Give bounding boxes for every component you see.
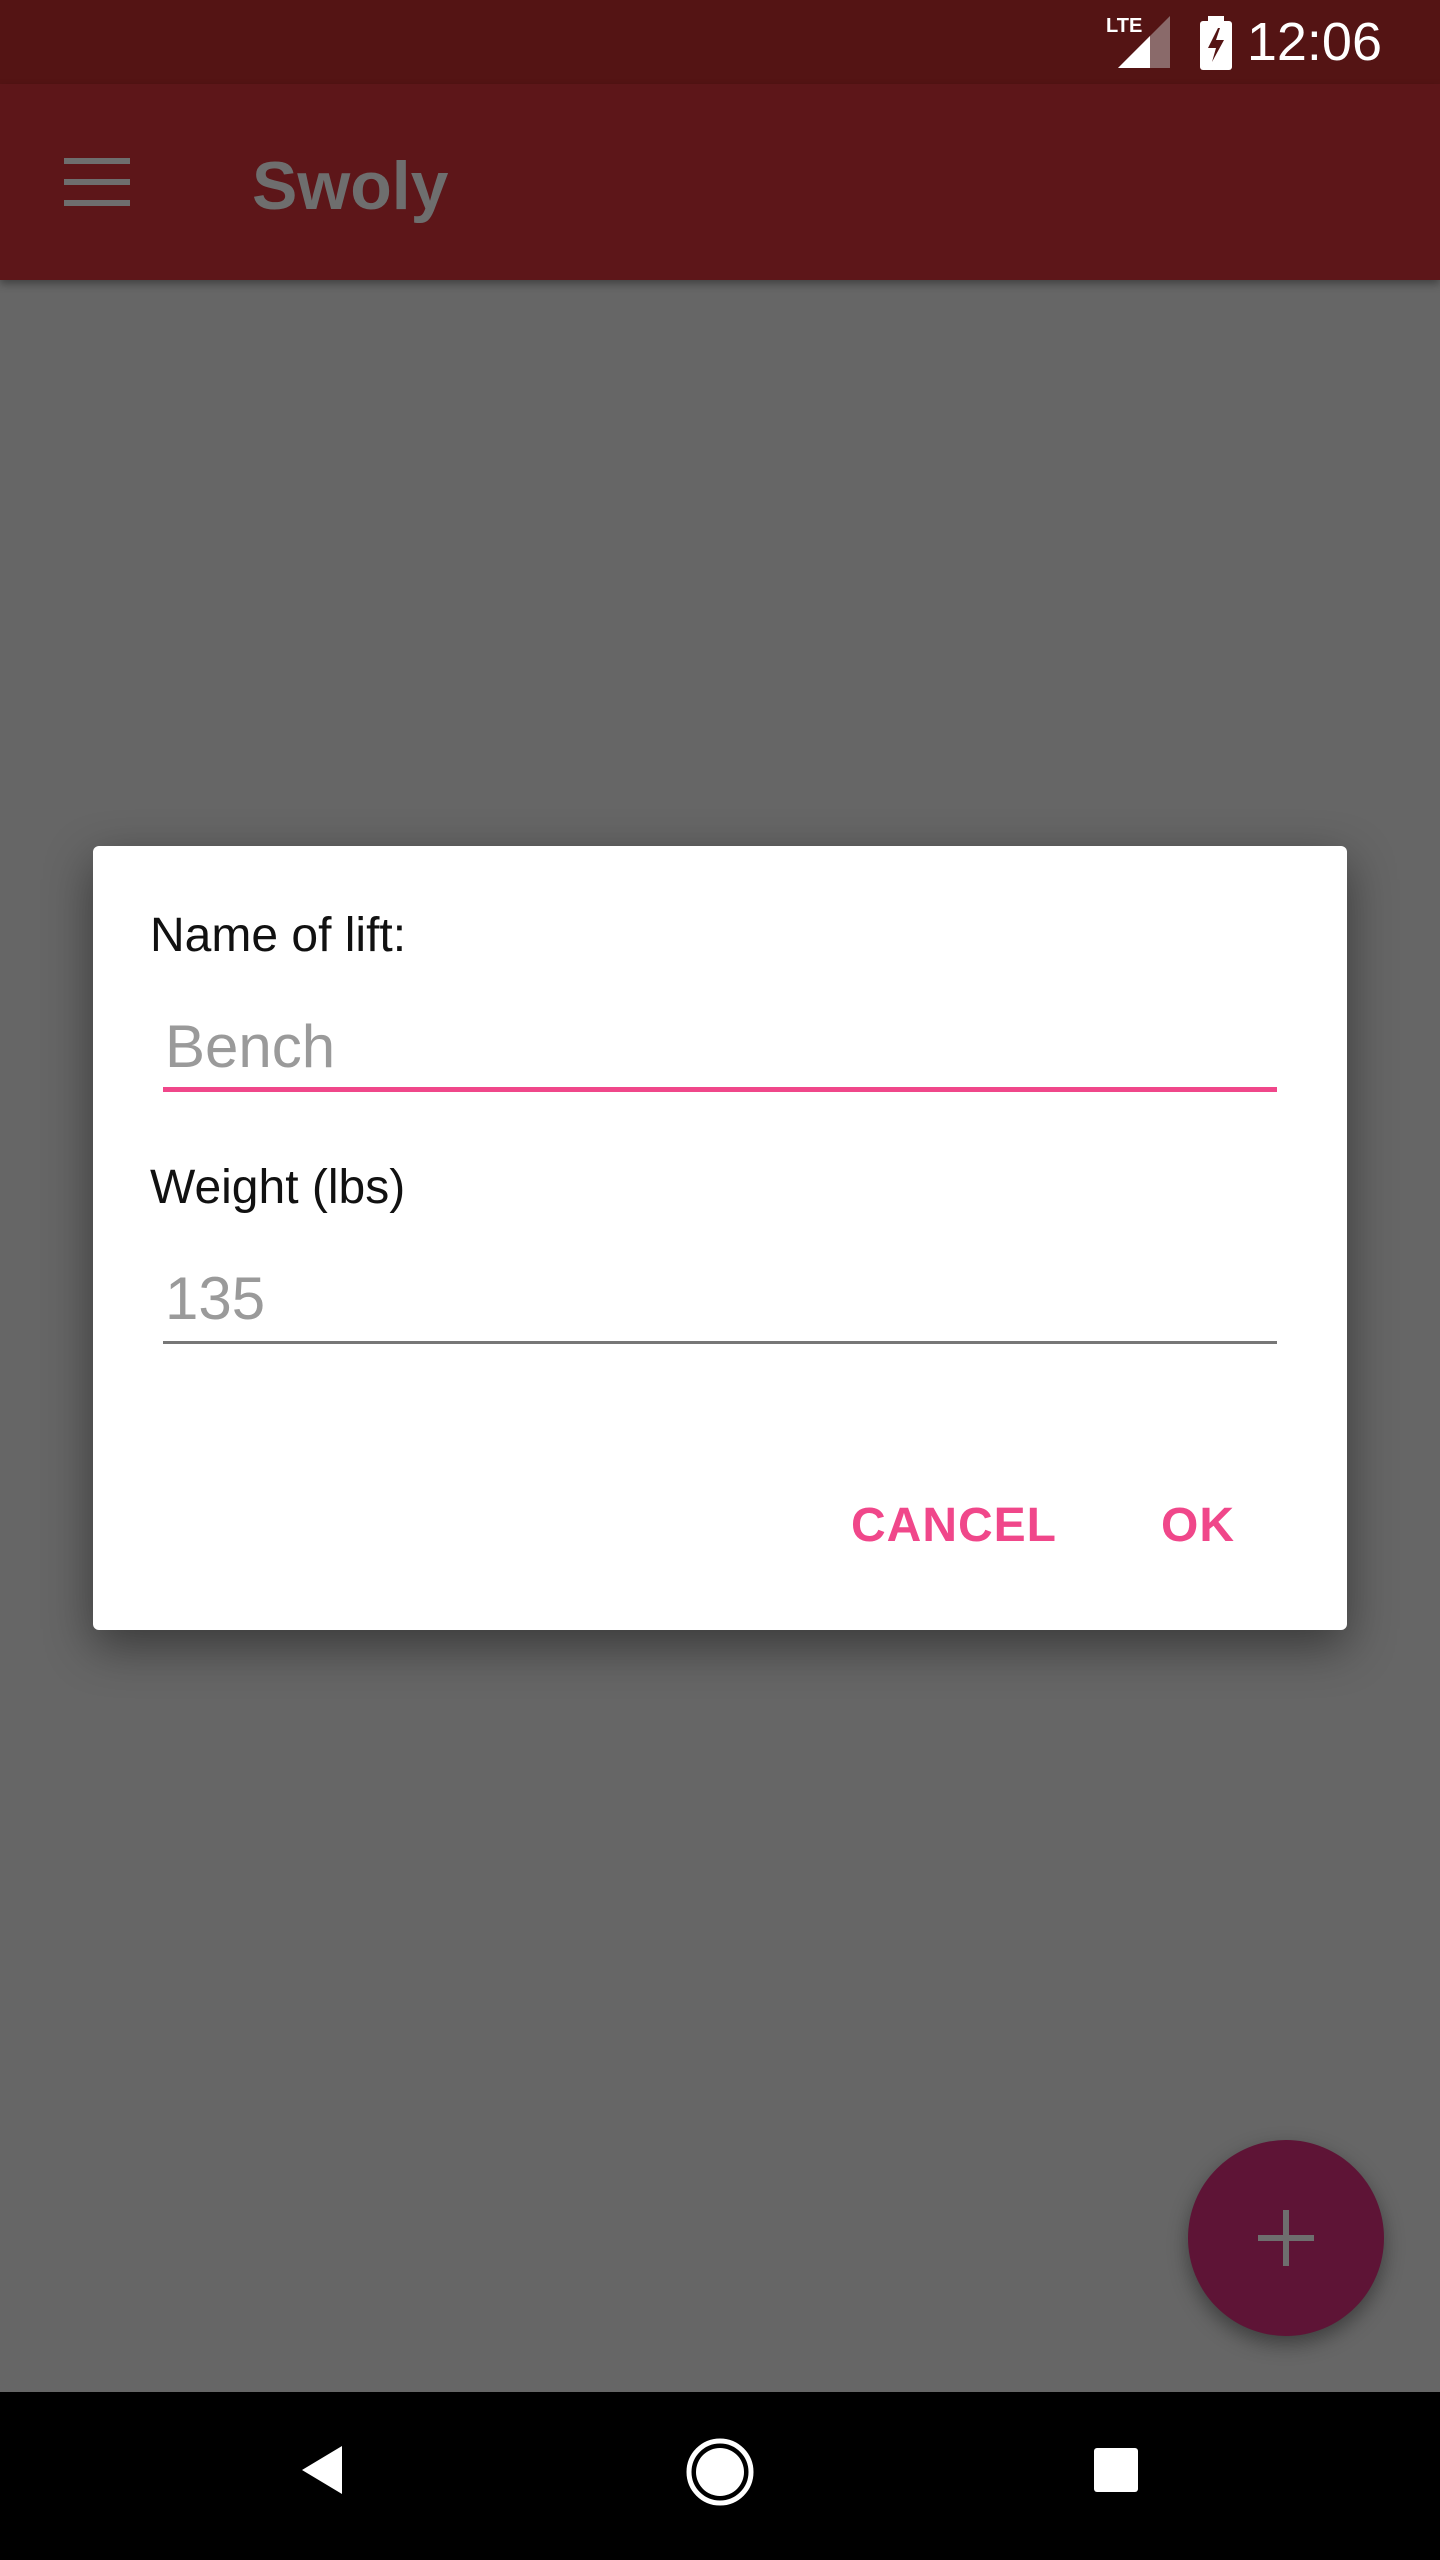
weight-input[interactable]: 135 — [163, 1254, 1277, 1344]
app-bar: Swoly — [0, 84, 1440, 280]
add-lift-dialog: Name of lift: Bench Weight (lbs) 135 CAN… — [93, 846, 1347, 1630]
status-bar: LTE 12:06 — [0, 0, 1440, 84]
cancel-button[interactable]: CANCEL — [851, 1496, 1057, 1556]
weight-label: Weight (lbs) — [150, 1161, 406, 1214]
home-icon[interactable] — [684, 2436, 756, 2513]
system-nav-bar — [0, 2392, 1440, 2560]
battery-charging-icon — [1198, 16, 1234, 75]
app-title: Swoly — [252, 148, 449, 224]
recents-icon[interactable] — [1094, 2448, 1138, 2497]
lift-name-input[interactable]: Bench — [163, 1002, 1277, 1092]
network-label: LTE — [1106, 15, 1142, 37]
back-icon[interactable] — [296, 2442, 348, 2503]
lte-signal-icon: LTE — [1106, 14, 1170, 75]
plus-icon — [1258, 2210, 1314, 2266]
add-lift-fab[interactable] — [1188, 2140, 1384, 2336]
name-of-lift-label: Name of lift: — [150, 909, 407, 962]
ok-button[interactable]: OK — [1161, 1496, 1235, 1556]
status-time: 12:06 — [1246, 12, 1382, 72]
hamburger-menu-icon[interactable] — [64, 156, 132, 208]
